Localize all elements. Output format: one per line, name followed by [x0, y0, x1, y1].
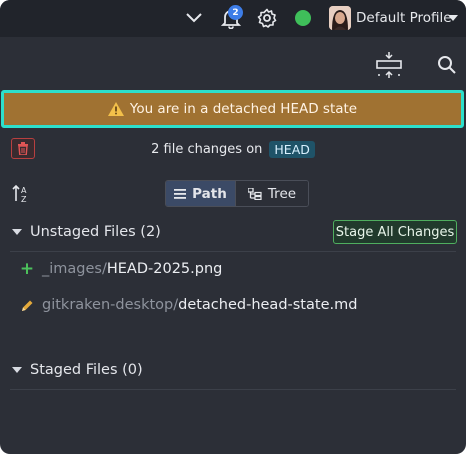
tree-view-button[interactable]: Tree [236, 181, 308, 206]
search-icon[interactable] [434, 52, 460, 78]
avatar[interactable] [329, 6, 351, 30]
divider [10, 251, 456, 252]
collapse-triangle-icon [12, 229, 22, 235]
list-icon [174, 188, 187, 199]
pencil-icon [20, 298, 34, 312]
staged-title: Staged Files (0) [30, 362, 143, 378]
stage-all-button[interactable]: Stage All Changes [333, 220, 457, 244]
warning-icon [107, 102, 124, 116]
commit-panel: 2 Default Profile You are in a detached … [0, 0, 466, 454]
view-mode-toggle: Path Tree [165, 180, 309, 207]
unstaged-title: Unstaged Files (2) [30, 224, 161, 240]
file-row[interactable]: gitkraken-desktop/detached-head-state.md [20, 294, 357, 316]
notification-badge: 2 [228, 5, 243, 20]
changes-count-text: 2 file changes on [151, 141, 263, 157]
top-bar: 2 Default Profile [0, 0, 466, 37]
changes-summary: 2 file changes on HEAD [0, 139, 466, 159]
gear-icon[interactable] [255, 6, 279, 30]
tree-icon [247, 187, 262, 200]
profile-name[interactable]: Default Profile [356, 9, 452, 27]
svg-text:Z: Z [21, 195, 27, 204]
notifications-button[interactable]: 2 [216, 4, 246, 32]
plus-icon: + [19, 259, 35, 279]
divider [10, 389, 456, 390]
chevron-down-icon[interactable] [182, 5, 206, 31]
file-row[interactable]: + _images/HEAD-2025.png [20, 258, 222, 280]
staged-files-header[interactable]: Staged Files (0) [12, 359, 143, 381]
collapse-triangle-icon [12, 367, 22, 373]
ref-badge[interactable]: HEAD [269, 140, 315, 158]
svg-text:A: A [21, 186, 27, 195]
collapse-panel-icon[interactable] [373, 50, 405, 80]
sort-az-icon[interactable]: A Z [12, 184, 32, 204]
unstaged-files-header[interactable]: Unstaged Files (2) [12, 221, 161, 243]
detached-head-banner: You are in a detached HEAD state [1, 90, 464, 128]
status-dot [295, 10, 311, 26]
caret-down-icon[interactable] [447, 12, 459, 24]
path-view-button[interactable]: Path [166, 181, 236, 206]
banner-text: You are in a detached HEAD state [129, 101, 358, 117]
